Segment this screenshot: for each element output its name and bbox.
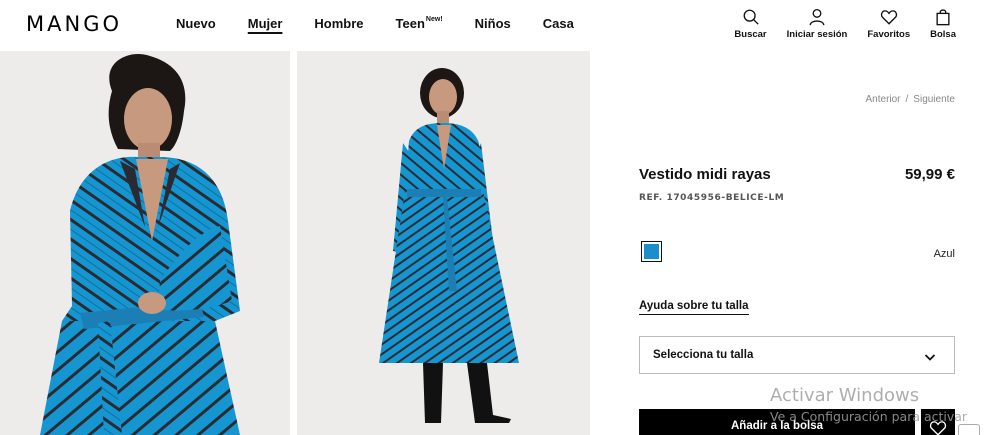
next-link[interactable]: Siguiente (913, 94, 955, 105)
nav-item-label: Mujer (247, 16, 283, 31)
prev-link[interactable]: Anterior (866, 94, 901, 105)
bag-icon (936, 9, 950, 26)
product-price: 59,99 € (904, 166, 955, 183)
nav-item-label: Teen (395, 16, 425, 31)
nav-item-label: Hombre (314, 16, 364, 31)
product-name: Vestido midi rayas (639, 166, 771, 183)
selected-color-name: Azul (933, 248, 955, 260)
favorites-button[interactable]: Favoritos (867, 8, 910, 40)
nav-item-teen[interactable]: TeenNew! (396, 16, 443, 31)
chat-widget-icon[interactable] (958, 424, 980, 435)
product-pager: Anterior / Siguiente (866, 94, 956, 105)
swatch-color (644, 244, 659, 259)
add-to-favorites-button[interactable] (921, 409, 955, 435)
main-nav: Nuevo Mujer Hombre TeenNew! Niños Casa (176, 16, 606, 31)
add-to-bag-button[interactable]: Añadir a la bolsa (639, 409, 915, 435)
search-icon (743, 9, 759, 25)
nav-item-hombre[interactable]: Hombre (314, 16, 363, 31)
nav-item-nuevo[interactable]: Nuevo (176, 16, 216, 31)
size-select-placeholder: Selecciona tu talla (653, 349, 754, 361)
model-closeup-illustration (40, 54, 240, 435)
mango-logo[interactable]: MANGO (26, 12, 122, 36)
nav-item-mujer[interactable]: Mujer (248, 16, 283, 31)
header-actions: Buscar Iniciar sesión Favoritos Bolsa (714, 8, 956, 40)
search-label: Buscar (734, 29, 767, 40)
color-swatch-azul[interactable] (641, 241, 662, 262)
nav-item-casa[interactable]: Casa (543, 16, 574, 31)
product-photo-closeup[interactable] (0, 51, 290, 435)
watermark-title: Activar Windows (770, 385, 920, 406)
login-button[interactable]: Iniciar sesión (786, 8, 848, 40)
heart-icon (929, 421, 947, 435)
bag-label: Bolsa (930, 29, 956, 40)
pager-separator: / (905, 94, 909, 105)
product-photo-full[interactable] (297, 51, 590, 435)
chevron-down-icon (924, 354, 936, 361)
search-button[interactable]: Buscar (734, 8, 767, 40)
size-select[interactable]: Selecciona tu talla (639, 336, 955, 374)
nav-item-ninos[interactable]: Niños (475, 16, 511, 31)
new-badge: New! (425, 16, 443, 23)
heart-icon (880, 10, 897, 25)
site-header: MANGO Nuevo Mujer Hombre TeenNew! Niños … (0, 0, 991, 50)
product-reference: REF. 17045956-BELICE-LM (639, 193, 785, 203)
favorites-label: Favoritos (867, 29, 911, 40)
bag-button[interactable]: Bolsa (930, 8, 956, 40)
nav-item-label: Casa (542, 16, 574, 31)
nav-item-label: Nuevo (176, 16, 216, 31)
nav-item-label: Niños (474, 16, 511, 31)
user-icon (809, 8, 825, 26)
model-full-illustration (379, 68, 519, 423)
size-help-link[interactable]: Ayuda sobre tu talla (639, 300, 749, 315)
login-label: Iniciar sesión (786, 29, 848, 40)
